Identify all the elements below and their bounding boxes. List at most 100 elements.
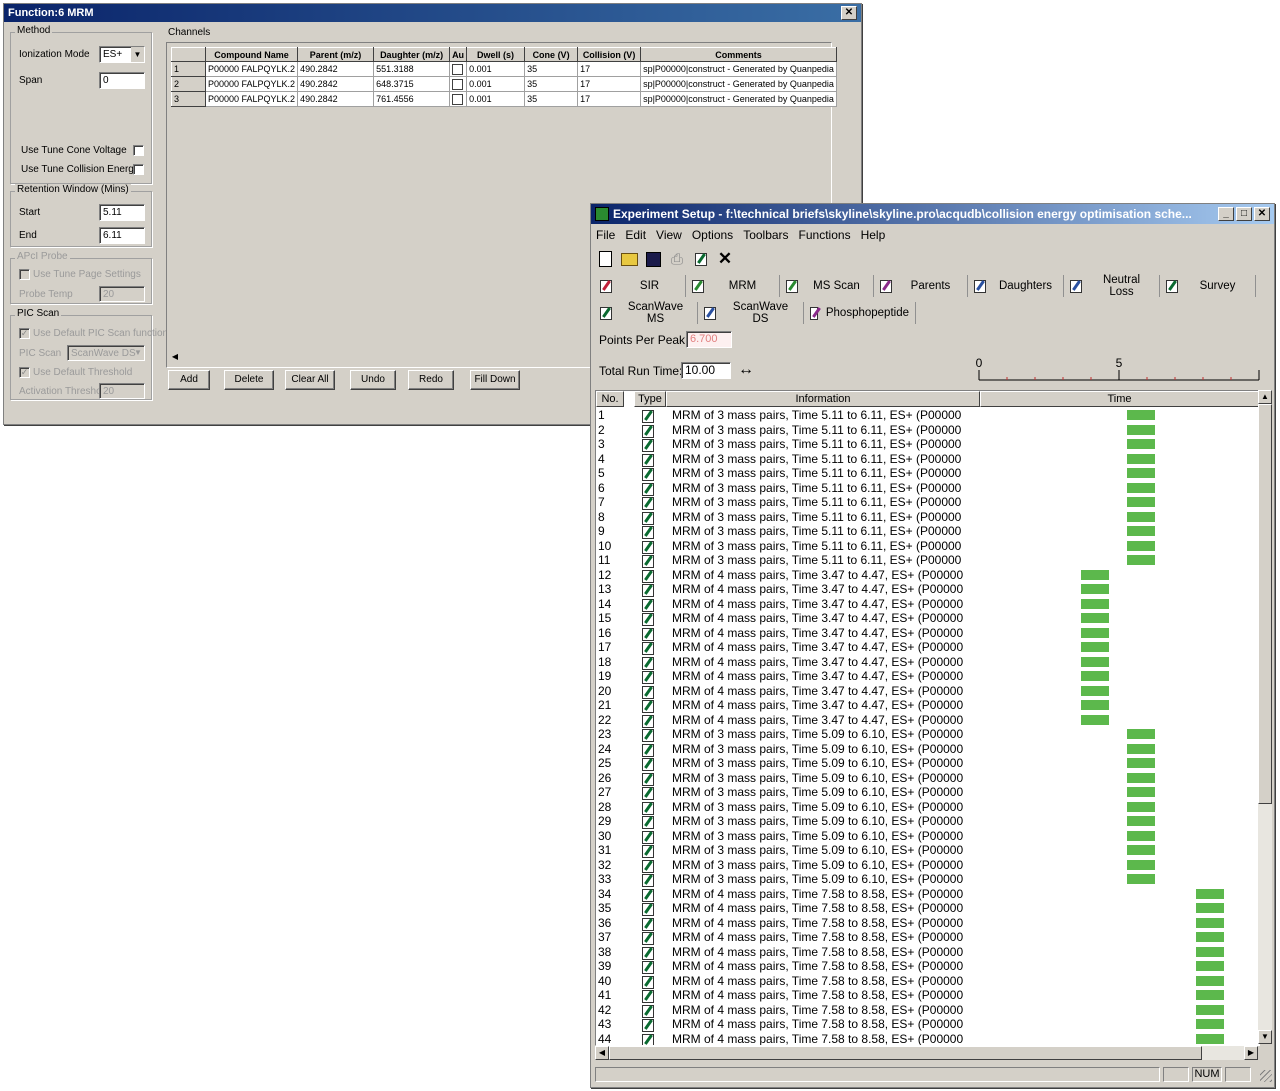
pic-scan-select[interactable]: ScanWave DS ▼: [67, 345, 145, 361]
function-row[interactable]: 33 MRM of 3 mass pairs, Time 5.09 to 6.10…: [596, 872, 1259, 888]
points-per-peak-input[interactable]: 6.700: [686, 331, 732, 348]
channel-compound-cell[interactable]: P00000 FALPQYLK.2: [204, 91, 299, 107]
col-type-header[interactable]: Type: [634, 391, 666, 407]
channel-daughter-cell[interactable]: 551.3188: [373, 61, 451, 77]
function-button-sir[interactable]: SIR: [594, 275, 686, 297]
col-compound-name[interactable]: Compound Name: [204, 47, 299, 62]
col-no-header[interactable]: No.: [596, 391, 624, 407]
function-row[interactable]: 39 MRM of 4 mass pairs, Time 7.58 to 8.58…: [596, 959, 1259, 975]
vertical-scrollbar[interactable]: ▲ ▼: [1258, 390, 1272, 1044]
function-button-parents[interactable]: Parents: [874, 275, 968, 297]
channel-dwell-cell[interactable]: 0.001: [466, 91, 526, 107]
menu-view[interactable]: View: [651, 228, 687, 242]
channel-parent-cell[interactable]: 490.2842: [297, 91, 375, 107]
col-information-header[interactable]: Information: [666, 391, 980, 407]
use-default-threshold-checkbox[interactable]: ✓: [19, 367, 30, 378]
channel-au-cell[interactable]: [449, 91, 468, 107]
channel-daughter-cell[interactable]: 648.3715: [373, 76, 451, 92]
function-row[interactable]: 15 MRM of 4 mass pairs, Time 3.47 to 4.47…: [596, 611, 1259, 627]
function-row[interactable]: 36 MRM of 4 mass pairs, Time 7.58 to 8.58…: [596, 916, 1259, 931]
channel-row-number[interactable]: 3: [171, 91, 206, 107]
redo-button[interactable]: Redo: [408, 370, 454, 390]
menu-help[interactable]: Help: [856, 228, 891, 242]
function-button-neutral-loss[interactable]: Neutral Loss: [1064, 274, 1160, 298]
function-row[interactable]: 35 MRM of 4 mass pairs, Time 7.58 to 8.58…: [596, 901, 1259, 917]
col-time-header[interactable]: Time: [980, 391, 1259, 407]
end-input[interactable]: 6.11: [99, 227, 145, 244]
new-file-icon[interactable]: [594, 248, 616, 270]
function-button-ms-scan[interactable]: MS Scan: [780, 275, 874, 297]
function-row[interactable]: 7 MRM of 3 mass pairs, Time 5.11 to 6.11,…: [596, 495, 1259, 511]
function-row[interactable]: 42 MRM of 4 mass pairs, Time 7.58 to 8.58…: [596, 1003, 1259, 1018]
function-row[interactable]: 5 MRM of 3 mass pairs, Time 5.11 to 6.11,…: [596, 466, 1259, 482]
function-button-survey[interactable]: Survey: [1160, 275, 1256, 297]
function-row[interactable]: 38 MRM of 4 mass pairs, Time 7.58 to 8.58…: [596, 945, 1259, 960]
function-row[interactable]: 32 MRM of 3 mass pairs, Time 5.09 to 6.10…: [596, 858, 1259, 873]
fit-time-range-icon[interactable]: ↔: [735, 361, 757, 381]
channel-au-cell[interactable]: [449, 76, 468, 92]
scroll-right-button[interactable]: ▶: [1244, 1046, 1258, 1060]
col-daughter[interactable]: Daughter (m/z): [373, 47, 451, 62]
close-button[interactable]: ✕: [1254, 207, 1270, 221]
channel-cone-cell[interactable]: 35: [524, 91, 579, 107]
function-row[interactable]: 17 MRM of 4 mass pairs, Time 3.47 to 4.47…: [596, 640, 1259, 656]
channel-comments-cell[interactable]: sp|P00000|construct - Generated by Quanp…: [640, 76, 837, 92]
channel-au-cell[interactable]: [449, 61, 468, 77]
menu-edit[interactable]: Edit: [620, 228, 651, 242]
menu-options[interactable]: Options: [687, 228, 738, 242]
open-folder-icon[interactable]: [618, 248, 640, 270]
col-au[interactable]: Au: [449, 47, 468, 62]
col-collision[interactable]: Collision (V): [577, 47, 642, 62]
col-parent[interactable]: Parent (m/z): [297, 47, 375, 62]
channel-dwell-cell[interactable]: 0.001: [466, 76, 526, 92]
activation-threshold-input[interactable]: 20: [99, 383, 145, 399]
function-row[interactable]: 30 MRM of 3 mass pairs, Time 5.09 to 6.10…: [596, 829, 1259, 844]
channel-comments-cell[interactable]: sp|P00000|construct - Generated by Quanp…: [640, 91, 837, 107]
use-tune-collision-energy-checkbox[interactable]: [133, 164, 144, 175]
function-row[interactable]: 12 MRM of 4 mass pairs, Time 3.47 to 4.47…: [596, 568, 1259, 583]
function-row[interactable]: 34 MRM of 4 mass pairs, Time 7.58 to 8.58…: [596, 887, 1259, 902]
channel-cone-cell[interactable]: 35: [524, 61, 579, 77]
channel-row[interactable]: 3 P00000 FALPQYLK.2 490.2842 761.4556 0.001 3…: [171, 91, 837, 107]
function-row[interactable]: 37 MRM of 4 mass pairs, Time 7.58 to 8.58…: [596, 930, 1259, 946]
channel-row[interactable]: 1 P00000 FALPQYLK.2 490.2842 551.3188 0.001 3…: [171, 61, 837, 77]
function-row[interactable]: 2 MRM of 3 mass pairs, Time 5.11 to 6.11,…: [596, 423, 1259, 438]
col-cone[interactable]: Cone (V): [524, 47, 579, 62]
function-row[interactable]: 14 MRM of 4 mass pairs, Time 3.47 to 4.47…: [596, 597, 1259, 612]
function-row[interactable]: 44 MRM of 4 mass pairs, Time 7.58 to 8.58…: [596, 1032, 1259, 1045]
function-button-mrm[interactable]: MRM: [686, 275, 780, 297]
start-input[interactable]: 5.11: [99, 204, 145, 221]
use-default-pic-scan-checkbox[interactable]: ✓: [19, 328, 30, 339]
function-button-scanwave-ms[interactable]: ScanWave MS: [594, 301, 698, 325]
channel-comments-cell[interactable]: sp|P00000|construct - Generated by Quanp…: [640, 61, 837, 77]
channel-collision-cell[interactable]: 17: [577, 76, 642, 92]
function-row[interactable]: 16 MRM of 4 mass pairs, Time 3.47 to 4.47…: [596, 626, 1259, 641]
function-row[interactable]: 29 MRM of 3 mass pairs, Time 5.09 to 6.10…: [596, 814, 1259, 830]
function-row[interactable]: 43 MRM of 4 mass pairs, Time 7.58 to 8.58…: [596, 1017, 1259, 1033]
save-icon[interactable]: [642, 248, 664, 270]
use-tune-cone-voltage-checkbox[interactable]: [133, 145, 144, 156]
function-row[interactable]: 19 MRM of 4 mass pairs, Time 3.47 to 4.47…: [596, 669, 1259, 685]
channel-collision-cell[interactable]: 17: [577, 61, 642, 77]
channel-compound-cell[interactable]: P00000 FALPQYLK.2: [204, 61, 299, 77]
channel-parent-cell[interactable]: 490.2842: [297, 61, 375, 77]
auto-dwell-checkbox[interactable]: [452, 78, 464, 90]
use-tune-page-settings-checkbox[interactable]: [19, 269, 30, 280]
menu-toolbars[interactable]: Toolbars: [738, 228, 793, 242]
channels-scroll-left-button[interactable]: ◀: [168, 351, 182, 363]
delete-button[interactable]: Delete: [224, 370, 274, 390]
function-button-daughters[interactable]: Daughters: [968, 275, 1064, 297]
scroll-up-button[interactable]: ▲: [1258, 390, 1272, 404]
mrm-close-button[interactable]: ✕: [841, 6, 857, 20]
function-row[interactable]: 6 MRM of 3 mass pairs, Time 5.11 to 6.11,…: [596, 481, 1259, 496]
horizontal-scrollbar[interactable]: ◀ ▶: [595, 1046, 1258, 1060]
scroll-left-button[interactable]: ◀: [595, 1046, 609, 1060]
maximize-button[interactable]: □: [1236, 207, 1252, 221]
channel-dwell-cell[interactable]: 0.001: [466, 61, 526, 77]
scroll-down-button[interactable]: ▼: [1258, 1030, 1272, 1044]
horizontal-scroll-thumb[interactable]: [609, 1046, 1202, 1060]
channel-collision-cell[interactable]: 17: [577, 91, 642, 107]
print-icon[interactable]: ⎙: [666, 248, 688, 270]
function-button-scanwave-ds[interactable]: ScanWave DS: [698, 301, 804, 325]
auto-dwell-checkbox[interactable]: [452, 93, 464, 105]
